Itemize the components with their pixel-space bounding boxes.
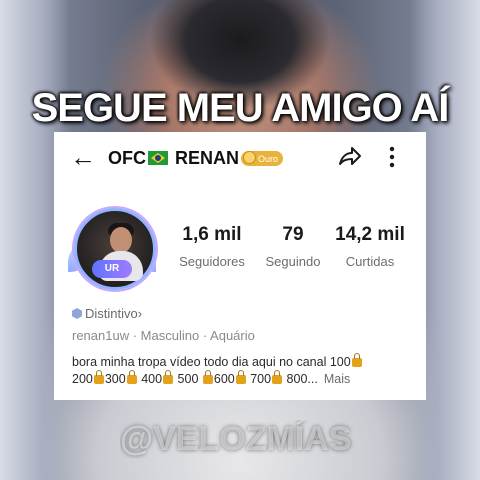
stat-label: Seguidores (179, 254, 245, 269)
stat-value: 14,2 mil (335, 224, 405, 245)
stat-label: Seguindo (265, 254, 321, 269)
bio-seg: 600 (213, 372, 235, 386)
share-icon[interactable] (336, 144, 362, 170)
stat-likes[interactable]: 14,2 mil Curtidas (332, 224, 408, 269)
bio-more-link[interactable]: Mais (324, 372, 350, 386)
tier-badge-label: Ouro (258, 154, 279, 164)
chevron-right-icon: › (137, 306, 143, 321)
overlay-caption: SEGUE MEU AMIGO AÍ (31, 86, 450, 130)
more-vertical-icon[interactable] (386, 144, 398, 170)
profile-bio: bora minha tropa vídeo todo dia aqui no … (72, 353, 418, 388)
lock-icon (93, 370, 104, 384)
lock-icon (163, 370, 174, 384)
arrow-left-icon[interactable]: ← (70, 144, 96, 170)
brazil-flag-icon (148, 151, 168, 165)
bio-seg: 200 (72, 372, 93, 386)
badge-link[interactable]: Distintivo› (72, 306, 142, 321)
stat-label: Curtidas (345, 254, 395, 269)
stat-value: 1,6 mil (182, 224, 242, 245)
lock-icon (202, 370, 213, 384)
lock-icon (272, 370, 283, 384)
lock-icon (126, 370, 137, 384)
profile-card: ← OFC RENAN Ouro UR 1,6 mil Seguidores 7… (54, 132, 426, 400)
bio-seg: 800... (283, 372, 318, 386)
watermark: @VELOZMÍAS (120, 420, 352, 458)
gender: Masculino (140, 328, 200, 343)
stat-following[interactable]: 79 Seguindo (258, 224, 328, 269)
zodiac-sign: Aquário (210, 328, 255, 343)
name-text: RENAN (175, 148, 240, 168)
profile-stats: 1,6 mil Seguidores 79 Seguindo 14,2 mil … (172, 224, 422, 274)
lock-icon (235, 370, 246, 384)
bio-line1: bora minha tropa vídeo todo dia aqui no … (72, 355, 351, 369)
username: renan1uw (72, 328, 130, 343)
profile-topbar: ← OFC RENAN Ouro (54, 142, 426, 172)
lock-icon (351, 353, 362, 367)
bio-seg: 300 (104, 372, 126, 386)
bio-seg: 700 (246, 372, 272, 386)
stat-value: 79 (282, 224, 304, 245)
name-prefix: OFC (108, 148, 146, 168)
avatar[interactable]: UR (68, 202, 156, 290)
stat-followers[interactable]: 1,6 mil Seguidores (172, 224, 252, 269)
hexagon-badge-icon (72, 308, 82, 319)
bio-seg: 500 (174, 372, 202, 386)
tier-badge[interactable]: Ouro (241, 151, 284, 166)
profile-info: renan1uw · Masculino · Aquário (72, 328, 255, 343)
badge-link-label: Distintivo (85, 306, 138, 321)
coin-icon (243, 151, 257, 164)
bio-seg: 400 (137, 372, 163, 386)
profile-name: OFC RENAN Ouro (108, 148, 284, 169)
avatar-frame-tag: UR (92, 260, 132, 278)
